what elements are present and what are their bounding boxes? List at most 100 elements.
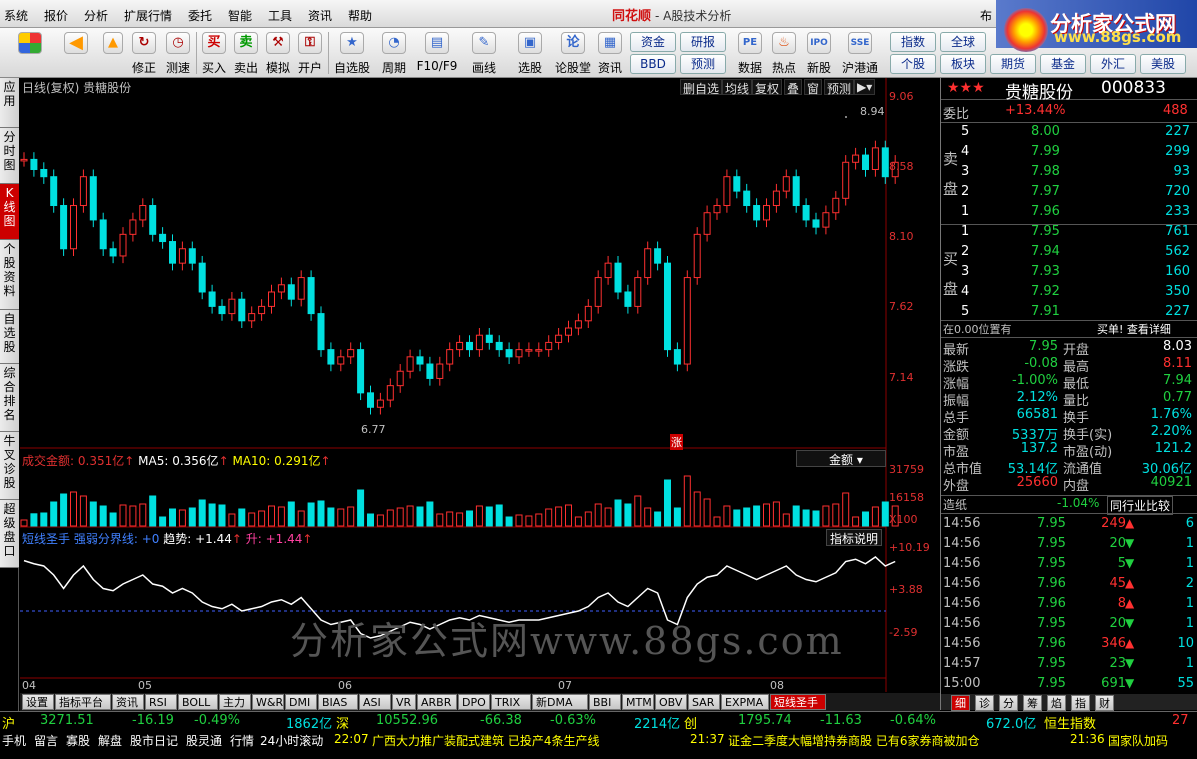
stat-row[interactable]: 最新 7.95 开盘 8.03 — [941, 339, 1197, 358]
back-button[interactable]: ◀ — [56, 30, 96, 76]
indicator-tab[interactable]: EXPMA — [721, 694, 769, 710]
news-btn-mobile[interactable]: 手机 — [2, 732, 26, 749]
menu-ext-quote[interactable]: 扩展行情 — [124, 7, 172, 24]
bid-row[interactable]: 3 7.93 160 — [941, 264, 1197, 281]
ask-row[interactable]: 5 8.00 227 — [941, 124, 1197, 141]
btn-bbd[interactable]: BBD — [630, 54, 676, 74]
tick-row[interactable]: 14:56 7.96 346 10 — [941, 636, 1197, 653]
panel-tab[interactable]: 分 — [999, 695, 1018, 711]
forum-button[interactable]: 论论股堂 — [554, 30, 592, 76]
bid-row[interactable]: 5 7.91 227 — [941, 304, 1197, 321]
indicator-tab[interactable]: VR — [392, 694, 416, 710]
volume-type-select[interactable]: 金额 ▾ — [796, 450, 886, 467]
panel-tab[interactable]: 财 — [1095, 695, 1114, 711]
tick-row[interactable]: 14:57 7.95 23 1 — [941, 656, 1197, 673]
correct-button[interactable]: ↻ 修正 — [128, 30, 160, 76]
stat-row[interactable]: 总市值 53.14亿 流通值 30.06亿 — [941, 458, 1197, 477]
stat-row[interactable]: 金额 5337万 换手(实) 2.20% — [941, 424, 1197, 443]
indicator-tab[interactable]: MTM — [622, 694, 654, 710]
stat-row[interactable]: 涨跌 -0.08 最高 8.11 — [941, 356, 1197, 375]
indicator-help-button[interactable]: 指标说明 — [826, 529, 883, 546]
up-down-button[interactable]: ▲ — [100, 30, 126, 76]
bid-row[interactable]: 4 7.92 350 — [941, 284, 1197, 301]
watchlist-button[interactable]: ★ 自选股 — [330, 30, 374, 76]
new-stock-button[interactable]: IPO 新股 — [802, 30, 836, 76]
stat-row[interactable]: 振幅 2.12% 量比 0.77 — [941, 390, 1197, 409]
tick-row[interactable]: 14:56 7.96 8 1 — [941, 596, 1197, 613]
vtab-superbook[interactable]: 超级盘口 — [0, 500, 19, 568]
open-account-button[interactable]: ⚿ 开户 — [294, 30, 326, 76]
indicator-tab[interactable]: SAR — [688, 694, 720, 710]
f10-button[interactable]: ▤ F10/F9 — [414, 30, 460, 76]
chart-menu-button[interactable]: ▶▾ — [854, 79, 876, 95]
menu-order[interactable]: 委托 — [188, 7, 212, 24]
stat-row[interactable]: 市盈 137.2 市盈(动) 121.2 — [941, 441, 1197, 460]
buy-button[interactable]: 买买入 — [198, 30, 230, 76]
chart-area[interactable] — [20, 78, 940, 692]
bid-row[interactable]: 1 7.95 761 — [941, 224, 1197, 241]
predict-button[interactable]: 预测 — [824, 79, 855, 96]
stock-picker-button[interactable]: ▣ 选股 — [510, 30, 550, 76]
panel-tab[interactable]: 指 — [1071, 695, 1090, 711]
tick-row[interactable]: 14:56 7.95 5 1 — [941, 556, 1197, 573]
indicator-tab[interactable]: 短线圣手 — [770, 694, 826, 710]
tick-row[interactable]: 14:56 7.95 249 6 — [941, 516, 1197, 533]
vtab-watchlist[interactable]: 自选股 — [0, 310, 19, 364]
indicator-tab[interactable]: ASI — [359, 694, 391, 710]
btn-sector[interactable]: 板块 — [940, 54, 986, 74]
ask-row[interactable]: 2 7.97 720 — [941, 184, 1197, 201]
indicator-tab[interactable]: RSI — [145, 694, 177, 710]
ask-row[interactable]: 3 7.98 93 — [941, 164, 1197, 181]
simulate-button[interactable]: ⚒ 模拟 — [262, 30, 294, 76]
panel-tab[interactable]: 筹 — [1023, 695, 1042, 711]
overlay-button[interactable]: 叠 — [784, 79, 803, 96]
vtab-kline[interactable]: K线图 — [0, 184, 19, 240]
menu-system[interactable]: 系统 — [4, 7, 28, 24]
data-button[interactable]: PE 数据 — [734, 30, 766, 76]
sell-button[interactable]: 卖卖出 — [230, 30, 262, 76]
ask-row[interactable]: 4 7.99 299 — [941, 144, 1197, 161]
indicator-tab[interactable]: 指标平台 — [55, 694, 111, 710]
btn-stock[interactable]: 个股 — [890, 54, 936, 74]
bid-row[interactable]: 2 7.94 562 — [941, 244, 1197, 261]
view-detail-link[interactable]: 买单! 查看详细 — [1097, 321, 1171, 337]
panel-tab[interactable]: 焰 — [1047, 695, 1066, 711]
news-button[interactable]: ▦ 资讯 — [594, 30, 626, 76]
panel-tab[interactable]: 诊 — [975, 695, 994, 711]
indicator-tab[interactable]: BBI — [589, 694, 621, 710]
indicator-tab[interactable]: 设置 — [22, 694, 54, 710]
menu-tools[interactable]: 工具 — [268, 7, 292, 24]
menu-info[interactable]: 资讯 — [308, 7, 332, 24]
stat-row[interactable]: 涨幅 -1.00% 最低 7.94 — [941, 373, 1197, 392]
menu-smart[interactable]: 智能 — [228, 7, 252, 24]
tick-row[interactable]: 15:00 7.95 691 55 — [941, 676, 1197, 693]
btn-fund[interactable]: 基金 — [1040, 54, 1086, 74]
btn-capital[interactable]: 资金 — [630, 32, 676, 52]
btn-research[interactable]: 研报 — [680, 32, 726, 52]
indicator-tab[interactable]: 资讯 — [112, 694, 144, 710]
news-btn-message[interactable]: 留言 — [34, 732, 58, 749]
indicator-tab[interactable]: BIAS — [318, 694, 358, 710]
btn-us-stock[interactable]: 美股 — [1140, 54, 1186, 74]
hot-button[interactable]: ♨ 热点 — [768, 30, 800, 76]
news-item[interactable]: 证金二季度大幅增持券商股 已有6家券商被加仓 — [728, 732, 979, 749]
period-button[interactable]: ◔ 周期 — [376, 30, 412, 76]
remove-watch-button[interactable]: 删自选 — [680, 79, 723, 96]
indicator-tab[interactable]: DPO — [458, 694, 490, 710]
menu-quote[interactable]: 报价 — [44, 7, 68, 24]
indicator-tab[interactable]: OBV — [655, 694, 687, 710]
stat-row[interactable]: 外盘 25660 内盘 40921 — [941, 475, 1197, 494]
indicator-tab[interactable]: W&R — [252, 694, 284, 710]
btn-index[interactable]: 指数 — [890, 32, 936, 52]
news-btn-market[interactable]: 行情 — [230, 732, 254, 749]
vtab-timeshare[interactable]: 分时图 — [0, 128, 19, 184]
news-btn-commentary[interactable]: 解盘 — [98, 732, 122, 749]
hk-connect-button[interactable]: SSE 沪港通 — [838, 30, 882, 76]
news-item[interactable]: 国家队加码 — [1108, 732, 1168, 749]
news-btn-stock[interactable]: 寡股 — [66, 732, 90, 749]
windows-button[interactable] — [10, 30, 50, 76]
draw-line-button[interactable]: ✎ 画线 — [464, 30, 504, 76]
menu-help[interactable]: 帮助 — [348, 7, 372, 24]
tick-row[interactable]: 14:56 7.96 45 2 — [941, 576, 1197, 593]
vtab-ranking[interactable]: 综合排名 — [0, 364, 19, 432]
